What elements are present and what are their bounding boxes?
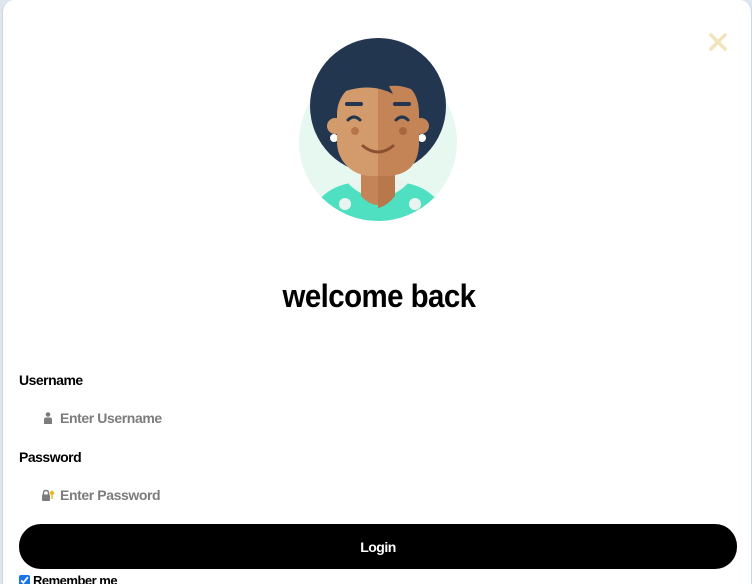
page-title: welcome back xyxy=(282,278,476,314)
login-modal: welcome back Username Password Login Rem… xyxy=(2,0,752,584)
username-input[interactable] xyxy=(60,410,737,426)
password-input[interactable] xyxy=(60,487,737,503)
close-icon[interactable] xyxy=(707,31,729,53)
remember-me-label: Remember me xyxy=(33,572,118,584)
lock-key-icon xyxy=(41,488,55,502)
remember-me[interactable]: Remember me xyxy=(19,572,118,584)
woman-avatar-icon xyxy=(299,38,457,221)
password-label: Password xyxy=(19,449,82,465)
avatar xyxy=(297,36,461,224)
login-button[interactable]: Login xyxy=(19,524,737,569)
user-icon xyxy=(41,411,55,425)
username-label: Username xyxy=(19,372,83,388)
remember-me-checkbox[interactable] xyxy=(19,574,30,584)
password-field[interactable] xyxy=(19,482,737,508)
username-field[interactable] xyxy=(19,405,737,431)
